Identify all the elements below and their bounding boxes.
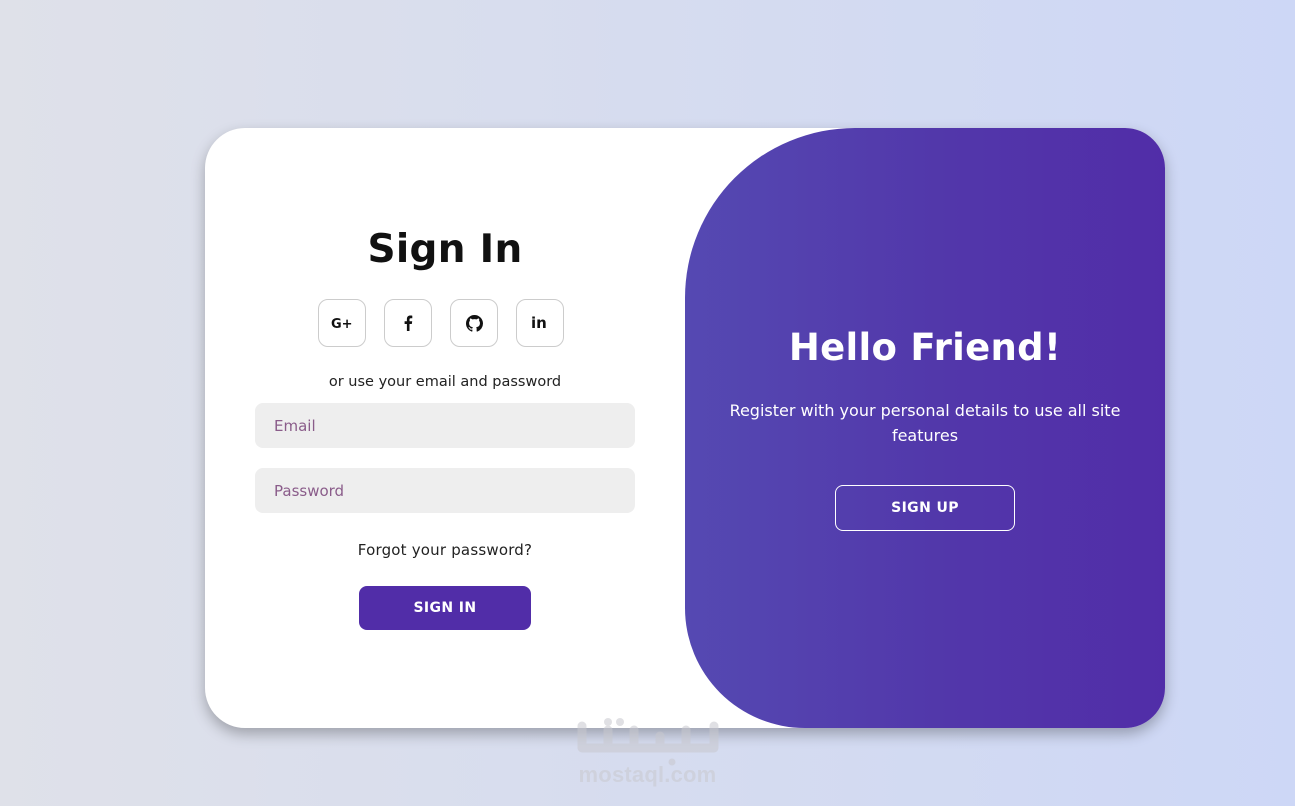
- facebook-button[interactable]: [384, 299, 432, 347]
- email-field[interactable]: [255, 403, 635, 448]
- svg-text:G+: G+: [331, 317, 353, 330]
- sign-in-button[interactable]: SIGN IN: [359, 586, 531, 630]
- svg-text:in: in: [531, 315, 547, 331]
- signin-title: Sign In: [367, 227, 523, 272]
- social-icons-row: G+ in: [318, 299, 564, 349]
- github-icon: [465, 314, 483, 332]
- password-field[interactable]: [255, 468, 635, 513]
- sign-up-button[interactable]: SIGN UP: [835, 485, 1015, 531]
- signin-form: Sign In G+ in or use your email and pass…: [205, 128, 685, 728]
- google-plus-button[interactable]: G+: [318, 299, 366, 347]
- hello-text: Register with your personal details to u…: [729, 401, 1121, 445]
- google-plus-icon: G+: [331, 317, 353, 330]
- toggle-panel: Hello Friend! Register with your persona…: [685, 128, 1165, 728]
- alt-signin-text: or use your email and password: [328, 374, 562, 390]
- forgot-password-link[interactable]: Forgot your password?: [205, 541, 685, 559]
- facebook-icon: [404, 315, 413, 331]
- linkedin-button[interactable]: in: [516, 299, 564, 347]
- watermark: mostaql.com: [560, 710, 735, 795]
- linkedin-icon: in: [531, 315, 547, 331]
- auth-card: Sign In G+ in or use your email and pass…: [205, 128, 1165, 728]
- watermark-text: mostaql.com: [578, 762, 717, 787]
- github-button[interactable]: [450, 299, 498, 347]
- hello-title: Hello Friend!: [788, 326, 1062, 369]
- watermark-logo-icon: [577, 718, 719, 766]
